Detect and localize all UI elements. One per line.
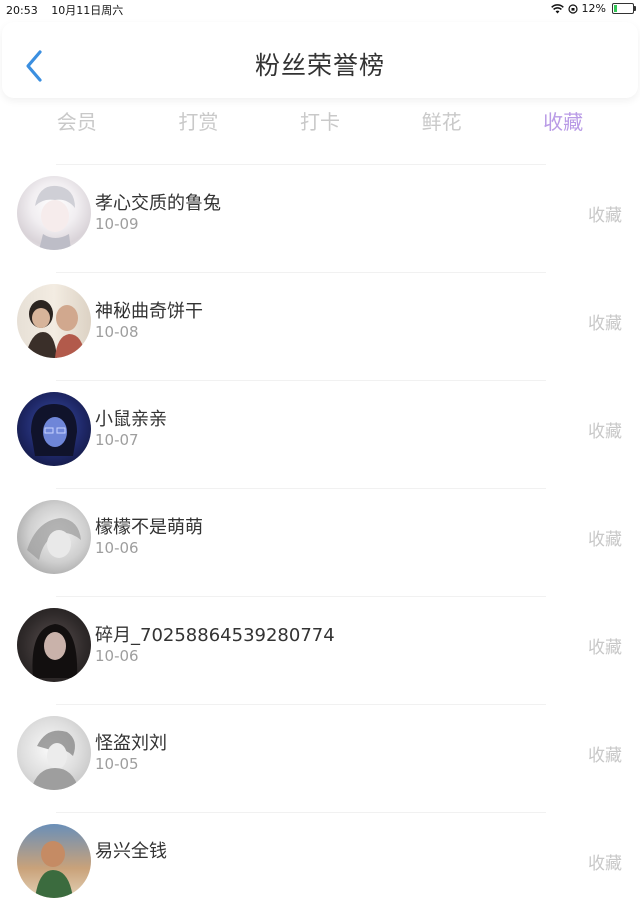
status-date: 10月11日周六 bbox=[51, 4, 124, 17]
tab-flowers[interactable]: 鲜花 bbox=[381, 106, 503, 138]
fan-date: 10-06 bbox=[95, 647, 139, 665]
favorite-action[interactable]: 收藏 bbox=[588, 309, 622, 334]
fan-name: 易兴全钱 bbox=[95, 841, 167, 862]
favorite-action[interactable]: 收藏 bbox=[588, 633, 622, 658]
battery-percent: 12% bbox=[581, 2, 606, 15]
header-bar: 粉丝荣誉榜 bbox=[2, 22, 638, 98]
fan-name: 小鼠亲亲 bbox=[95, 409, 167, 430]
page-title: 粉丝荣誉榜 bbox=[254, 51, 385, 80]
avatar[interactable] bbox=[17, 500, 91, 574]
fan-row[interactable]: 怪盗刘刘 10-05 收藏 bbox=[0, 705, 640, 812]
fan-row[interactable]: 易兴全钱 收藏 bbox=[0, 813, 640, 920]
fan-name: 神秘曲奇饼干 bbox=[95, 301, 203, 322]
tab-bar: 会员 打赏 打卡 鲜花 收藏 bbox=[16, 106, 624, 138]
fan-date: 10-05 bbox=[95, 755, 139, 773]
fan-row[interactable]: 神秘曲奇饼干 10-08 收藏 bbox=[0, 273, 640, 380]
fan-row[interactable]: 孝心交质的鲁兔 10-09 收藏 bbox=[0, 165, 640, 272]
avatar[interactable] bbox=[17, 392, 91, 466]
tab-membership[interactable]: 会员 bbox=[16, 106, 138, 138]
battery-icon bbox=[612, 3, 636, 14]
status-left: 20:53 10月11日周六 bbox=[6, 2, 133, 18]
fan-name: 碎月_70258864539280774 bbox=[95, 625, 335, 646]
status-right: 12% bbox=[550, 2, 636, 15]
fan-row[interactable]: 碎月_70258864539280774 10-06 收藏 bbox=[0, 597, 640, 704]
wifi-icon bbox=[550, 3, 564, 13]
fan-date: 10-09 bbox=[95, 215, 139, 233]
orientation-lock-icon bbox=[567, 3, 578, 14]
fan-name: 檬檬不是萌萌 bbox=[95, 517, 203, 538]
tab-favorites[interactable]: 收藏 bbox=[502, 106, 624, 138]
favorite-action[interactable]: 收藏 bbox=[588, 741, 622, 766]
avatar[interactable] bbox=[17, 608, 91, 682]
fan-date: 10-08 bbox=[95, 323, 139, 341]
fan-row[interactable]: 小鼠亲亲 10-07 收藏 bbox=[0, 381, 640, 488]
avatar[interactable] bbox=[17, 176, 91, 250]
favorite-action[interactable]: 收藏 bbox=[588, 525, 622, 550]
tab-tips[interactable]: 打赏 bbox=[138, 106, 260, 138]
fan-name: 孝心交质的鲁兔 bbox=[95, 193, 221, 214]
avatar[interactable] bbox=[17, 284, 91, 358]
avatar[interactable] bbox=[17, 716, 91, 790]
fan-name: 怪盗刘刘 bbox=[95, 733, 167, 754]
fan-list: 孝心交质的鲁兔 10-09 收藏 神秘曲奇饼干 10-08 收藏 小鼠亲亲 10… bbox=[0, 164, 640, 920]
favorite-action[interactable]: 收藏 bbox=[588, 417, 622, 442]
fan-date: 10-06 bbox=[95, 539, 139, 557]
avatar[interactable] bbox=[17, 824, 91, 898]
tab-checkin[interactable]: 打卡 bbox=[259, 106, 381, 138]
favorite-action[interactable]: 收藏 bbox=[588, 201, 622, 226]
status-time: 20:53 bbox=[6, 4, 38, 17]
fan-row[interactable]: 檬檬不是萌萌 10-06 收藏 bbox=[0, 489, 640, 596]
fan-date: 10-07 bbox=[95, 431, 139, 449]
status-bar: 20:53 10月11日周六 12% bbox=[0, 0, 640, 18]
